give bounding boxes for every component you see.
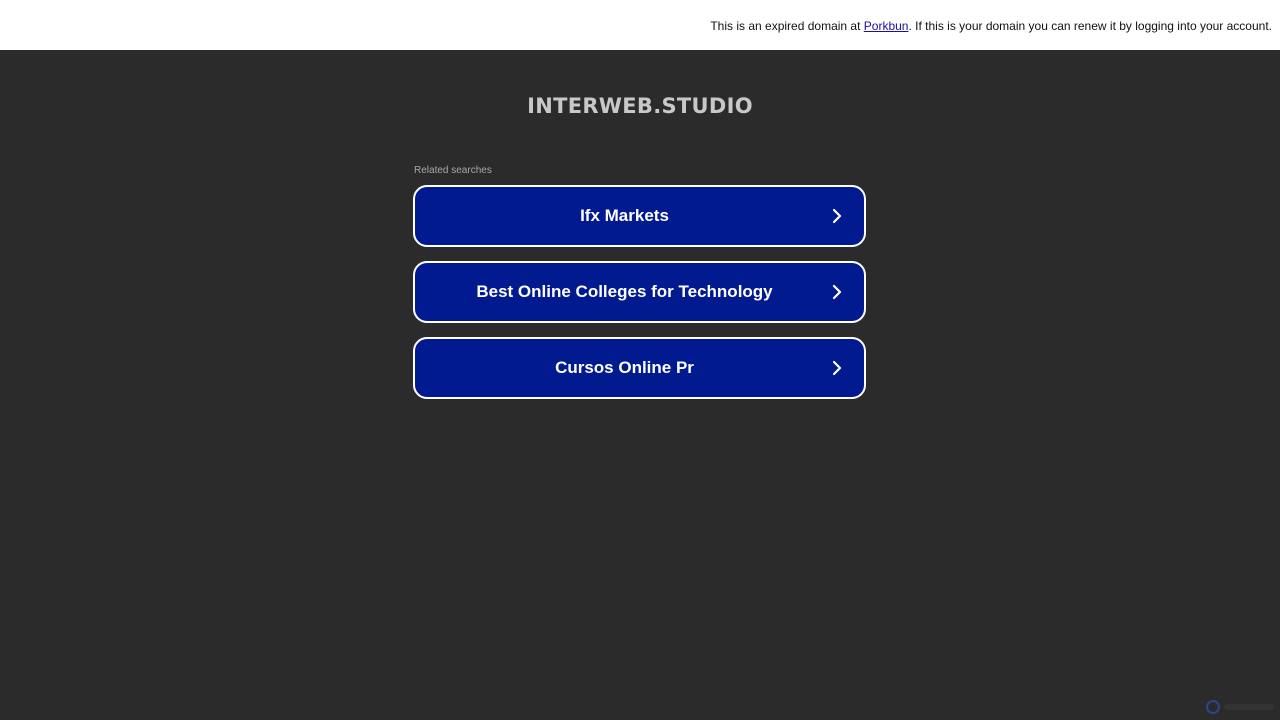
logo-wordmark [1224, 704, 1274, 710]
corner-logo [1206, 700, 1274, 714]
logo-icon [1206, 700, 1220, 714]
chevron-right-icon [832, 208, 842, 224]
related-search-button[interactable]: Ifx Markets [413, 185, 866, 247]
banner-text-before: This is an expired domain at [710, 19, 864, 33]
related-search-button[interactable]: Cursos Online Pr [413, 337, 866, 399]
chevron-right-icon [832, 284, 842, 300]
chevron-right-icon [832, 360, 842, 376]
domain-title: INTERWEB.STUDIO [527, 94, 753, 118]
banner-message: This is an expired domain at Porkbun. If… [710, 19, 1272, 33]
banner-text-after: . If this is your domain you can renew i… [908, 19, 1272, 33]
related-search-label: Ifx Markets [580, 206, 669, 225]
related-search-label: Cursos Online Pr [555, 358, 694, 377]
related-search-label: Best Online Colleges for Technology [476, 282, 773, 301]
porkbun-link[interactable]: Porkbun [864, 19, 909, 33]
related-search-button[interactable]: Best Online Colleges for Technology [413, 261, 866, 323]
related-searches-label: Related searches [414, 165, 492, 176]
expired-domain-banner: This is an expired domain at Porkbun. If… [0, 0, 1280, 50]
